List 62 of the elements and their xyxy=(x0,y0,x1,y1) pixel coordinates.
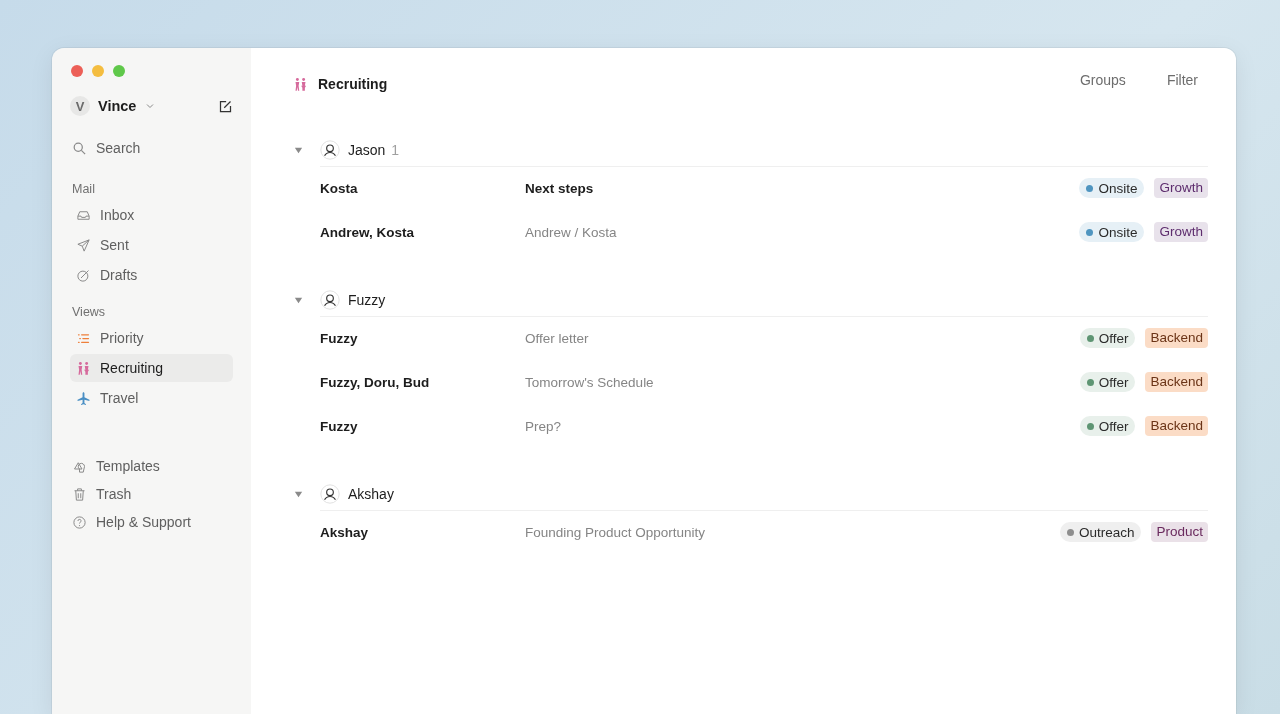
status-label: Onsite xyxy=(1098,180,1138,196)
sidebar-item[interactable]: Drafts xyxy=(70,261,233,289)
zoom-window-button[interactable] xyxy=(113,65,125,77)
group-name: Akshay xyxy=(348,486,394,502)
tag-label: Backend xyxy=(1145,328,1208,348)
people-icon xyxy=(76,360,91,376)
toolbar-button[interactable]: Filter xyxy=(1166,72,1198,88)
search-icon xyxy=(72,140,87,156)
status-label: Outreach xyxy=(1078,524,1135,540)
sidebar-item[interactable]: Templates xyxy=(70,452,233,480)
sidebar-item[interactable]: Recruiting xyxy=(70,354,233,382)
avatar-silhouette-icon xyxy=(320,140,340,160)
avatar-silhouette-icon xyxy=(320,484,340,504)
group-name: Jason xyxy=(348,142,386,158)
sender-name: Fuzzy xyxy=(320,330,359,346)
help-icon xyxy=(72,514,87,530)
status-label: Offer xyxy=(1098,374,1129,390)
close-window-button[interactable] xyxy=(71,65,83,77)
section-label: Views xyxy=(72,305,107,319)
account-avatar[interactable]: V xyxy=(70,96,90,116)
email-subject: Andrew / Kosta xyxy=(525,224,618,240)
compose-icon[interactable] xyxy=(218,98,233,114)
sidebar-item[interactable]: Travel xyxy=(70,384,233,412)
section-label: Mail xyxy=(72,182,96,196)
toolbar-button[interactable]: Groups xyxy=(1079,72,1126,88)
paper-plane-icon xyxy=(76,237,91,253)
view-title: Recruiting xyxy=(318,76,389,92)
group-count: 1 xyxy=(391,142,400,158)
status-label: Offer xyxy=(1098,418,1129,434)
sidebar-item[interactable]: Help & Support xyxy=(70,508,233,536)
tag-label: Product xyxy=(1151,522,1208,542)
sender-name: Kosta xyxy=(320,180,359,196)
sidebar-item[interactable]: Trash xyxy=(70,480,233,508)
status-label: Offer xyxy=(1098,330,1129,346)
collapse-triangle-icon[interactable] xyxy=(293,489,304,500)
sender-name: Andrew, Kosta xyxy=(320,224,415,240)
search-button[interactable]: Search xyxy=(70,134,233,162)
sidebar-item[interactable]: Priority xyxy=(70,324,233,352)
account-name[interactable]: Vince xyxy=(98,98,137,114)
email-subject: Prep? xyxy=(525,418,563,434)
tag-label: Backend xyxy=(1145,416,1208,436)
sender-name: Fuzzy xyxy=(320,418,359,434)
email-subject: Offer letter xyxy=(525,330,590,346)
status-label: Onsite xyxy=(1098,224,1138,240)
avatar-silhouette-icon xyxy=(320,290,340,310)
airplane-icon xyxy=(76,390,91,406)
sidebar-item[interactable]: Sent xyxy=(70,231,233,259)
collapse-triangle-icon[interactable] xyxy=(293,145,304,156)
tag-label: Growth xyxy=(1154,178,1208,198)
sender-name: Fuzzy, Doru, Bud xyxy=(320,374,431,390)
trash-icon xyxy=(72,486,87,502)
people-icon xyxy=(293,76,308,92)
email-subject: Founding Product Opportunity xyxy=(525,524,707,540)
pencil-circle-icon xyxy=(76,267,91,283)
tag-label: Backend xyxy=(1145,372,1208,392)
sidebar-item[interactable]: Inbox xyxy=(70,201,233,229)
email-subject: Next steps xyxy=(525,180,595,196)
sender-name: Akshay xyxy=(320,524,370,540)
email-subject: Tomorrow's Schedule xyxy=(525,374,655,390)
group-name: Fuzzy xyxy=(348,292,386,308)
collapse-triangle-icon[interactable] xyxy=(293,295,304,306)
tag-label: Growth xyxy=(1154,222,1208,242)
